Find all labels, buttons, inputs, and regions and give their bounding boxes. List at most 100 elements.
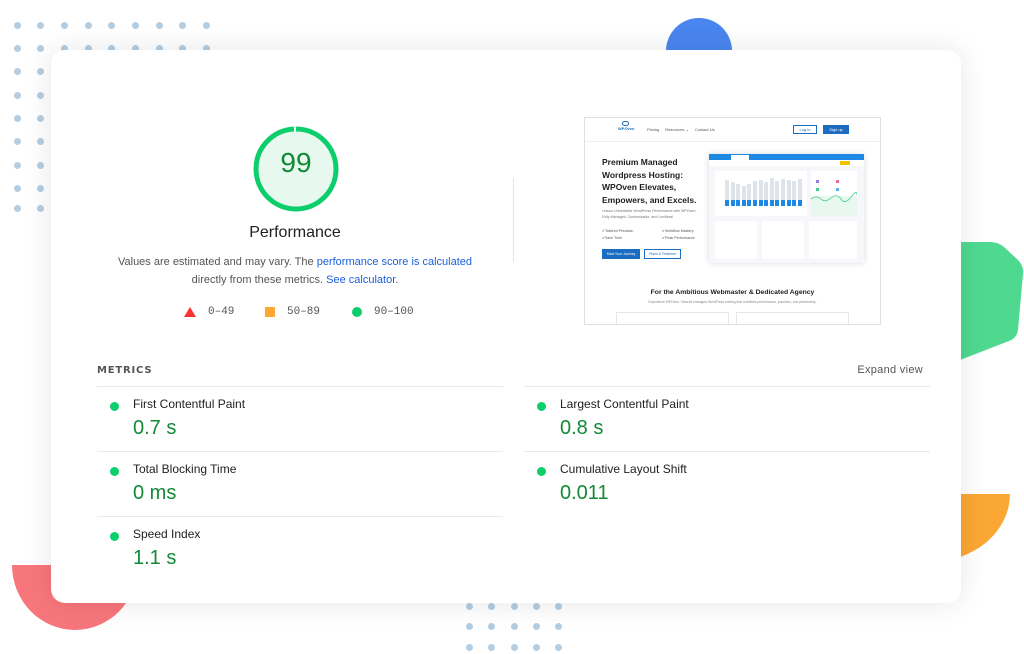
triangle-icon <box>184 307 196 317</box>
pass-circle-icon <box>110 402 119 411</box>
section-divider <box>513 178 514 262</box>
decorative-dot <box>37 68 44 75</box>
thumb-bar <box>725 180 729 206</box>
performance-score-link[interactable]: performance score is calculated <box>317 256 472 268</box>
decorative-dot <box>511 623 518 630</box>
thumb-nav-link: Resources ⌄ <box>665 127 689 132</box>
thumb-cta-secondary: Plans & Features <box>644 249 681 259</box>
thumb-feature: Tailored Precision <box>602 229 662 233</box>
metric-label: Speed Index <box>133 527 201 541</box>
thumb-bar <box>764 182 769 206</box>
legend-range: 0–49 <box>208 306 235 318</box>
metric-total-blocking-time: Total Blocking Time 0 ms <box>97 452 503 516</box>
decorative-dot <box>14 22 21 29</box>
thumb-chart-panel <box>715 171 807 216</box>
thumb-bar <box>758 180 763 206</box>
metric-value: 0.011 <box>560 482 609 504</box>
metric-value: 0 ms <box>133 482 177 504</box>
performance-score: 99 <box>280 147 312 178</box>
thumb-bar <box>769 178 774 206</box>
pass-circle-icon <box>537 467 546 476</box>
thumb-cta-primary: Start Your Journey <box>602 249 640 259</box>
decorative-dot <box>466 623 473 630</box>
thumb-bar <box>753 181 757 206</box>
see-calculator-link[interactable]: See calculator <box>326 274 395 286</box>
description-text: directly from these metrics. <box>191 274 327 286</box>
decorative-dot <box>14 45 21 52</box>
thumb-nav-link: Contact Us <box>694 127 715 132</box>
decorative-dot <box>511 644 518 651</box>
thumb-logo: WPOven <box>618 126 635 131</box>
decorative-dot <box>466 603 473 610</box>
metric-speed-index: Speed Index 1.1 s <box>97 517 503 581</box>
metric-value: 0.7 s <box>133 417 177 439</box>
thumb-nav-links: Pricing Resources ⌄ Contact Us <box>647 127 721 132</box>
legend-pass: 90–100 <box>352 304 414 320</box>
decorative-dot <box>14 205 21 212</box>
pass-circle-icon <box>110 532 119 541</box>
decorative-dot <box>533 603 540 610</box>
thumb-bar <box>792 181 797 206</box>
lighthouse-report-card: 99 Performance Values are estimated and … <box>51 50 961 603</box>
expand-view-toggle[interactable]: Expand view <box>857 364 923 376</box>
pass-circle-icon <box>110 467 119 476</box>
metric-value: 1.1 s <box>133 547 177 569</box>
decorative-dot <box>466 644 473 651</box>
metrics-heading: METRICS <box>97 365 153 376</box>
decorative-dot <box>156 22 163 29</box>
decorative-dot <box>14 92 21 99</box>
square-icon <box>265 307 275 317</box>
thumb-nav-link: Pricing <box>647 127 660 132</box>
thumb-bar <box>786 180 791 206</box>
decorative-dot <box>14 185 21 192</box>
decorative-dot <box>488 623 495 630</box>
decorative-dot <box>511 603 518 610</box>
metric-cumulative-layout-shift: Cumulative Layout Shift 0.011 <box>524 452 930 516</box>
thumb-navbar: WPOven Pricing Resources ⌄ Contact Us Log … <box>585 118 880 142</box>
decorative-dot <box>37 205 44 212</box>
thumb-headline: Premium Managed Wordpress Hosting: WPOve… <box>602 157 697 205</box>
decorative-dot <box>61 22 68 29</box>
decorative-dot <box>14 68 21 75</box>
thumb-bar <box>775 181 780 206</box>
decorative-dot <box>132 22 139 29</box>
thumb-features: Tailored Precision Workflow Mastery Save… <box>602 229 722 240</box>
decorative-dot <box>37 22 44 29</box>
thumb-panel <box>762 221 804 259</box>
thumb-bar <box>797 179 802 206</box>
legend-range: 90–100 <box>374 306 414 318</box>
thumb-dashboard-mockup <box>709 154 864 263</box>
metric-label: Largest Contentful Paint <box>560 397 689 411</box>
thumb-login-button: Log in <box>793 125 817 134</box>
circle-icon <box>352 307 362 317</box>
decorative-dot <box>203 22 210 29</box>
decorative-dot <box>179 22 186 29</box>
decorative-dot <box>555 644 562 651</box>
decorative-dot <box>14 115 21 122</box>
decorative-dot <box>37 115 44 122</box>
thumb-bar <box>781 179 785 206</box>
metric-label: First Contentful Paint <box>133 397 246 411</box>
pass-circle-icon <box>537 402 546 411</box>
decorative-dot <box>37 45 44 52</box>
decorative-dot <box>14 162 21 169</box>
metric-label: Total Blocking Time <box>133 462 237 476</box>
decorative-dot <box>555 603 562 610</box>
metric-largest-contentful-paint: Largest Contentful Paint 0.8 s <box>524 387 930 451</box>
thumb-bar <box>741 186 746 206</box>
legend-range: 50–89 <box>287 306 321 318</box>
description-text: Values are estimated and may vary. The <box>117 256 317 268</box>
thumb-panel <box>715 221 757 259</box>
metric-label: Cumulative Layout Shift <box>560 462 687 476</box>
performance-title: Performance <box>249 224 341 241</box>
description-text: . <box>395 274 399 286</box>
thumb-section-subtitle: Experience WPOven: Tailored managed Word… <box>648 300 817 304</box>
metric-value: 0.8 s <box>560 417 604 439</box>
decorative-dot <box>37 162 44 169</box>
thumb-bar <box>730 182 735 206</box>
page-screenshot-thumbnail[interactable]: WPOven Pricing Resources ⌄ Contact Us Log … <box>584 117 881 325</box>
thumb-panel <box>809 221 857 259</box>
thumb-card <box>616 312 729 324</box>
thumb-card <box>736 312 849 324</box>
decorative-dot <box>488 644 495 651</box>
